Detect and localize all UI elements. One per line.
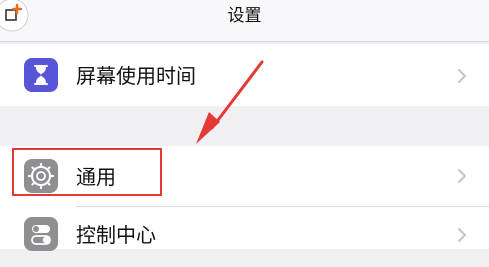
settings-group-1: 屏幕使用时间 <box>0 44 489 106</box>
settings-row-label: 控制中心 <box>76 223 156 247</box>
page-title: 设置 <box>227 6 262 26</box>
hourglass-icon <box>24 58 58 92</box>
toggles-icon <box>24 217 58 251</box>
chevron-right-icon <box>457 227 467 243</box>
chevron-right-icon <box>457 68 467 84</box>
highlight-box <box>12 148 162 196</box>
chevron-right-icon <box>457 168 467 184</box>
navigation-bar: 设置 <box>0 0 489 42</box>
settings-row-control-center[interactable]: 控制中心 <box>0 207 489 267</box>
settings-row-label: 屏幕使用时间 <box>76 64 196 88</box>
settings-row-screen-time[interactable]: 屏幕使用时间 <box>0 44 489 104</box>
